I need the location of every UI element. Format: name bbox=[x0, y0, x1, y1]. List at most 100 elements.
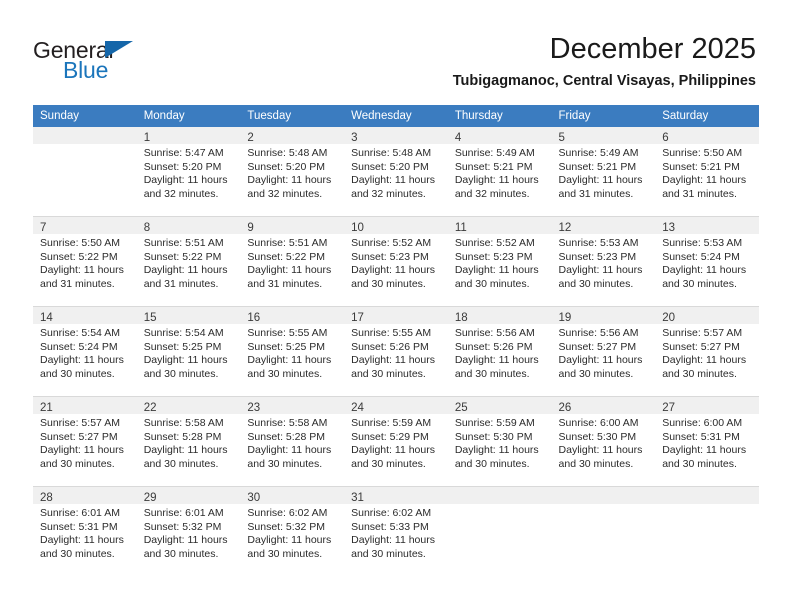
sunset-text: Sunset: 5:23 PM bbox=[351, 250, 429, 263]
day-cell[interactable]: 30 Sunrise: 6:02 AM Sunset: 5:32 PM Dayl… bbox=[240, 486, 345, 576]
day-cell bbox=[551, 486, 656, 576]
daylight-text-line1: Daylight: 11 hours bbox=[454, 444, 539, 457]
day-cell[interactable]: 14 Sunrise: 5:54 AM Sunset: 5:24 PM Dayl… bbox=[33, 306, 137, 397]
day-cell[interactable]: 5 Sunrise: 5:49 AM Sunset: 5:21 PM Dayli… bbox=[551, 127, 656, 217]
weekday-header-sunday: Sunday bbox=[33, 105, 137, 127]
day-cell[interactable]: 22 Sunrise: 5:58 AM Sunset: 5:28 PM Dayl… bbox=[136, 396, 241, 487]
day-cell[interactable]: 19 Sunrise: 5:56 AM Sunset: 5:27 PM Dayl… bbox=[551, 306, 656, 397]
daylight-text-line1: Daylight: 11 hours bbox=[662, 174, 747, 187]
sunrise-text: Sunrise: 5:57 AM bbox=[662, 327, 743, 339]
daylight-text-line1: Daylight: 11 hours bbox=[558, 264, 643, 277]
daylight-text-line1: Daylight: 11 hours bbox=[40, 534, 124, 547]
day-number: 14 bbox=[40, 312, 53, 324]
day-cell[interactable]: 26 Sunrise: 6:00 AM Sunset: 5:30 PM Dayl… bbox=[551, 396, 656, 487]
daylight-text-line1: Daylight: 11 hours bbox=[247, 174, 332, 187]
sunrise-text: Sunrise: 5:51 AM bbox=[143, 237, 224, 249]
day-cell[interactable]: 17 Sunrise: 5:55 AM Sunset: 5:26 PM Dayl… bbox=[344, 306, 448, 397]
calendar-week-row: 7 Sunrise: 5:50 AM Sunset: 5:22 PM Dayli… bbox=[33, 216, 759, 307]
day-cell[interactable]: 23 Sunrise: 5:58 AM Sunset: 5:28 PM Dayl… bbox=[240, 396, 345, 487]
sunset-text: Sunset: 5:21 PM bbox=[662, 160, 740, 173]
day-cell[interactable]: 4 Sunrise: 5:49 AM Sunset: 5:21 PM Dayli… bbox=[447, 127, 552, 217]
day-cell[interactable]: 9 Sunrise: 5:51 AM Sunset: 5:22 PM Dayli… bbox=[240, 216, 345, 307]
calendar-header-row-group: Sunday Monday Tuesday Wednesday Thursday… bbox=[33, 105, 759, 127]
daylight-text-line2: and 30 minutes. bbox=[143, 547, 219, 560]
sunset-text: Sunset: 5:31 PM bbox=[40, 520, 118, 533]
daylight-text-line2: and 32 minutes. bbox=[454, 187, 530, 200]
daylight-text-line2: and 30 minutes. bbox=[40, 367, 115, 380]
daylight-text-line1: Daylight: 11 hours bbox=[143, 444, 228, 457]
general-blue-logo[interactable]: General Blue bbox=[33, 38, 213, 86]
sunrise-text: Sunrise: 5:58 AM bbox=[247, 417, 328, 429]
day-cell[interactable]: 3 Sunrise: 5:48 AM Sunset: 5:20 PM Dayli… bbox=[344, 127, 448, 217]
day-cell[interactable]: 8 Sunrise: 5:51 AM Sunset: 5:22 PM Dayli… bbox=[136, 216, 241, 307]
day-number: 5 bbox=[558, 132, 565, 144]
day-number: 9 bbox=[247, 222, 254, 234]
sunrise-text: Sunrise: 5:52 AM bbox=[454, 237, 535, 249]
day-cell[interactable]: 29 Sunrise: 6:01 AM Sunset: 5:32 PM Dayl… bbox=[136, 486, 241, 576]
sunset-text: Sunset: 5:32 PM bbox=[247, 520, 326, 533]
weekday-header-friday: Friday bbox=[551, 105, 656, 127]
day-cell[interactable]: 25 Sunrise: 5:59 AM Sunset: 5:30 PM Dayl… bbox=[447, 396, 552, 487]
day-cell[interactable]: 31 Sunrise: 6:02 AM Sunset: 5:33 PM Dayl… bbox=[344, 486, 448, 576]
day-cell[interactable]: 6 Sunrise: 5:50 AM Sunset: 5:21 PM Dayli… bbox=[655, 127, 759, 217]
daylight-text-line2: and 30 minutes. bbox=[558, 277, 634, 290]
daylight-text-line1: Daylight: 11 hours bbox=[454, 264, 539, 277]
day-cell[interactable]: 24 Sunrise: 5:59 AM Sunset: 5:29 PM Dayl… bbox=[344, 396, 448, 487]
calendar-week-row: 28 Sunrise: 6:01 AM Sunset: 5:31 PM Dayl… bbox=[33, 486, 759, 576]
sunset-text: Sunset: 5:23 PM bbox=[558, 250, 637, 263]
daylight-text-line1: Daylight: 11 hours bbox=[247, 444, 332, 457]
daylight-text-line2: and 30 minutes. bbox=[143, 457, 219, 470]
sunset-text: Sunset: 5:27 PM bbox=[662, 340, 740, 353]
day-cell bbox=[33, 127, 137, 217]
weekday-header-tuesday: Tuesday bbox=[240, 105, 345, 127]
sunset-text: Sunset: 5:21 PM bbox=[454, 160, 533, 173]
day-cell[interactable]: 2 Sunrise: 5:48 AM Sunset: 5:20 PM Dayli… bbox=[240, 127, 345, 217]
day-number: 7 bbox=[40, 222, 47, 234]
daylight-text-line1: Daylight: 11 hours bbox=[143, 534, 228, 547]
day-cell[interactable]: 12 Sunrise: 5:53 AM Sunset: 5:23 PM Dayl… bbox=[551, 216, 656, 307]
calendar-week-row: 1 Sunrise: 5:47 AM Sunset: 5:20 PM Dayli… bbox=[33, 127, 759, 217]
day-cell[interactable]: 13 Sunrise: 5:53 AM Sunset: 5:24 PM Dayl… bbox=[655, 216, 759, 307]
sunset-text: Sunset: 5:25 PM bbox=[143, 340, 222, 353]
day-number: 10 bbox=[351, 222, 364, 234]
sunrise-text: Sunrise: 5:49 AM bbox=[454, 147, 535, 159]
day-cell[interactable]: 20 Sunrise: 5:57 AM Sunset: 5:27 PM Dayl… bbox=[655, 306, 759, 397]
day-number: 1 bbox=[143, 132, 151, 144]
day-cell[interactable]: 15 Sunrise: 5:54 AM Sunset: 5:25 PM Dayl… bbox=[136, 306, 241, 397]
sunrise-text: Sunrise: 5:58 AM bbox=[143, 417, 224, 429]
day-cell[interactable]: 11 Sunrise: 5:52 AM Sunset: 5:23 PM Dayl… bbox=[447, 216, 552, 307]
sunrise-text: Sunrise: 5:48 AM bbox=[247, 147, 328, 159]
day-number: 22 bbox=[143, 402, 157, 414]
daylight-text-line1: Daylight: 11 hours bbox=[558, 354, 643, 367]
day-cell bbox=[655, 486, 759, 576]
sunrise-text: Sunrise: 6:01 AM bbox=[143, 507, 224, 519]
daylight-text-line1: Daylight: 11 hours bbox=[662, 354, 747, 367]
calendar-week-row: 14 Sunrise: 5:54 AM Sunset: 5:24 PM Dayl… bbox=[33, 306, 759, 397]
day-cell[interactable]: 18 Sunrise: 5:56 AM Sunset: 5:26 PM Dayl… bbox=[447, 306, 552, 397]
day-number: 20 bbox=[662, 312, 676, 324]
day-cell[interactable]: 21 Sunrise: 5:57 AM Sunset: 5:27 PM Dayl… bbox=[33, 396, 137, 487]
day-cell[interactable]: 1 Sunrise: 5:47 AM Sunset: 5:20 PM Dayli… bbox=[136, 127, 241, 217]
day-cell bbox=[447, 486, 552, 576]
daylight-text-line1: Daylight: 11 hours bbox=[247, 354, 332, 367]
day-cell[interactable]: 16 Sunrise: 5:55 AM Sunset: 5:25 PM Dayl… bbox=[240, 306, 345, 397]
daylight-text-line2: and 32 minutes. bbox=[247, 187, 323, 200]
daylight-text-line1: Daylight: 11 hours bbox=[351, 174, 435, 187]
daylight-text-line1: Daylight: 11 hours bbox=[40, 264, 124, 277]
day-cell[interactable]: 7 Sunrise: 5:50 AM Sunset: 5:22 PM Dayli… bbox=[33, 216, 137, 307]
day-cell[interactable]: 10 Sunrise: 5:52 AM Sunset: 5:23 PM Dayl… bbox=[344, 216, 448, 307]
sunrise-text: Sunrise: 5:55 AM bbox=[351, 327, 432, 339]
day-number: 12 bbox=[558, 222, 572, 234]
daylight-text-line1: Daylight: 11 hours bbox=[558, 174, 643, 187]
day-cell[interactable]: 27 Sunrise: 6:00 AM Sunset: 5:31 PM Dayl… bbox=[655, 396, 759, 487]
day-number: 29 bbox=[143, 492, 157, 504]
sunrise-text: Sunrise: 5:50 AM bbox=[662, 147, 743, 159]
day-cell[interactable]: 28 Sunrise: 6:01 AM Sunset: 5:31 PM Dayl… bbox=[33, 486, 137, 576]
daylight-text-line2: and 30 minutes. bbox=[247, 367, 323, 380]
sunset-text: Sunset: 5:20 PM bbox=[143, 160, 222, 173]
daylight-text-line2: and 31 minutes. bbox=[40, 277, 115, 290]
sunset-text: Sunset: 5:24 PM bbox=[40, 340, 118, 353]
sunrise-text: Sunrise: 5:47 AM bbox=[143, 147, 224, 159]
weekday-header-monday: Monday bbox=[136, 105, 241, 127]
sunrise-text: Sunrise: 5:57 AM bbox=[40, 417, 120, 429]
